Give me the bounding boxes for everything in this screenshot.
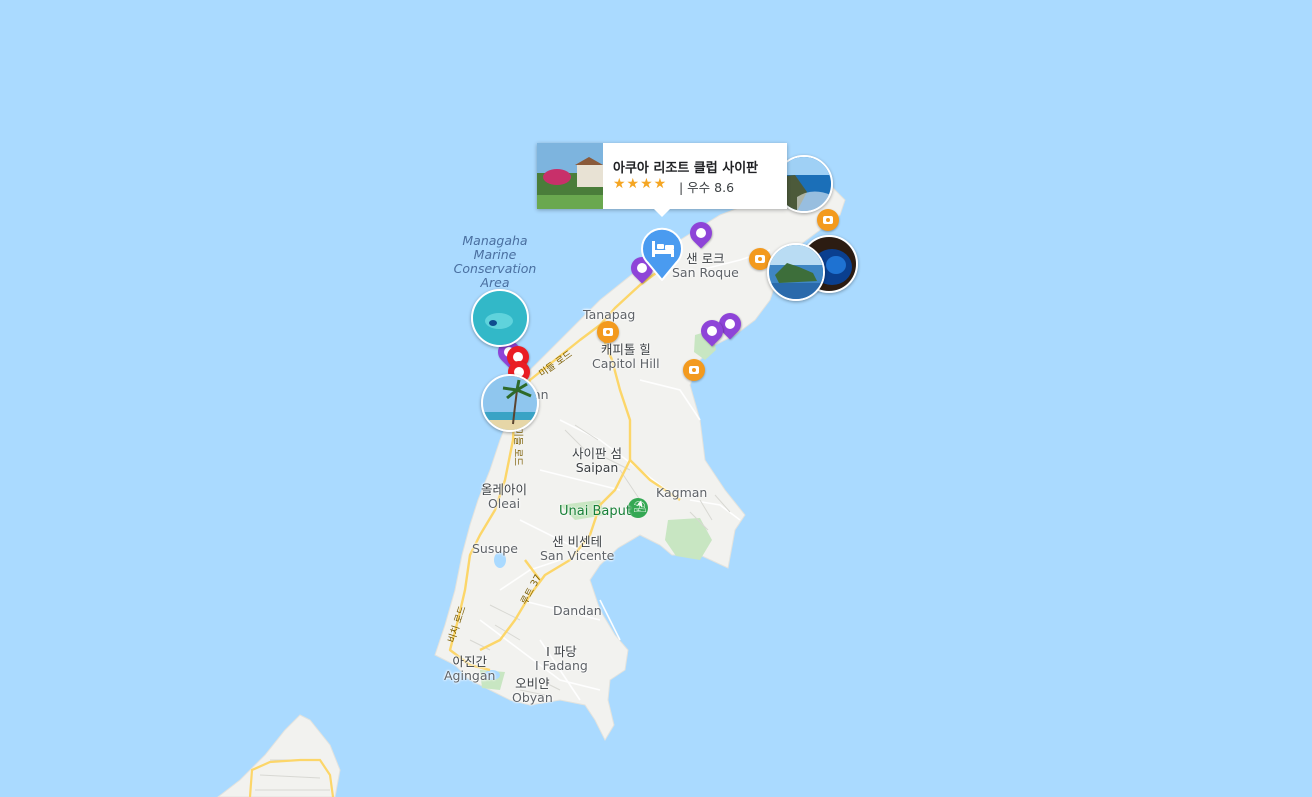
place-label-capitol-hill[interactable]: 캐피톨 힐 Capitol Hill — [592, 343, 660, 371]
marine-area-line: Area — [480, 275, 510, 290]
place-label-tanapag[interactable]: Tanapag — [583, 308, 635, 322]
hotel-thumbnail — [537, 143, 603, 209]
place-label-saipan[interactable]: 사이판 섬 Saipan — [572, 447, 622, 475]
beach-icon[interactable]: ⛱ — [628, 498, 648, 518]
place-label-obyan[interactable]: 오비얀 Obyan — [512, 677, 553, 705]
tinian-landmass — [217, 714, 341, 797]
hotel-info-card[interactable]: 아쿠아 리조트 클럽 사이판 ★★★★ | 우수 8.6 — [537, 143, 787, 217]
place-name-en: Kagman — [656, 485, 708, 500]
place-name-ko: 아진간 — [452, 654, 487, 669]
hotel-review-score: | 우수 8.6 — [679, 180, 735, 195]
place-name-ko: 올레아이 — [481, 482, 528, 497]
place-label-oleai[interactable]: 올레아이 Oleai — [481, 483, 527, 511]
hotel-name: 아쿠아 리조트 클럽 사이판 — [613, 161, 759, 176]
marine-area-line: Conservation — [453, 261, 537, 276]
poi-label-unai-baput[interactable]: Unai Baput — [559, 504, 631, 519]
place-name-en: I Fadang — [535, 658, 588, 673]
road-label-middle-road: 미들 로드 — [511, 428, 523, 466]
hotel-marker[interactable] — [640, 227, 684, 282]
camera-icon[interactable] — [597, 321, 619, 343]
marine-area-line: Marine — [473, 247, 517, 262]
place-name-en: Saipan — [575, 460, 619, 475]
marine-area-line: Managaha — [462, 233, 528, 248]
photo-marker-island[interactable] — [767, 243, 825, 301]
place-name-en: Agingan — [444, 668, 496, 683]
photo-marker-reef[interactable] — [471, 289, 529, 347]
camera-icon[interactable] — [683, 359, 705, 381]
map-canvas[interactable]: Managaha Marine Conservation Area 샌 로크 S… — [0, 0, 1312, 797]
bed-icon — [641, 227, 683, 282]
place-label-san-vicente[interactable]: 샌 비센테 San Vicente — [540, 535, 614, 563]
photo-image — [483, 376, 537, 430]
place-name-ko: 캐피톨 힐 — [600, 342, 651, 357]
place-label-agingan[interactable]: 아진간 Agingan — [444, 655, 495, 683]
photo-image — [473, 291, 527, 345]
camera-icon[interactable] — [817, 209, 839, 231]
marine-area-label: Managaha Marine Conservation Area — [440, 234, 550, 290]
place-name-ko: I 파당 — [546, 644, 577, 659]
place-name-ko: 사이판 섬 — [572, 446, 622, 461]
place-name-en: San Vicente — [540, 548, 615, 563]
place-name-ko: 오비얀 — [515, 676, 550, 691]
hotel-star-rating: ★★★★ — [613, 176, 668, 192]
map-base — [217, 181, 846, 797]
place-label-susupe[interactable]: Susupe — [472, 542, 518, 556]
photo-marker-beach[interactable] — [481, 374, 539, 432]
place-name-en: Obyan — [512, 690, 553, 705]
place-name-en: Oleai — [487, 496, 521, 511]
place-name-en: Capitol Hill — [592, 356, 660, 371]
place-name-ko: 샌 비센테 — [552, 534, 603, 549]
place-name-en: Tanapag — [583, 307, 636, 322]
place-name-en: Dandan — [553, 603, 602, 618]
place-name-en: Susupe — [472, 541, 518, 556]
place-label-kagman[interactable]: Kagman — [656, 486, 707, 500]
card-pointer — [654, 209, 670, 217]
photo-image — [769, 245, 823, 299]
place-label-i-fadang[interactable]: I 파당 I Fadang — [535, 645, 588, 673]
place-label-dandan[interactable]: Dandan — [553, 604, 602, 618]
